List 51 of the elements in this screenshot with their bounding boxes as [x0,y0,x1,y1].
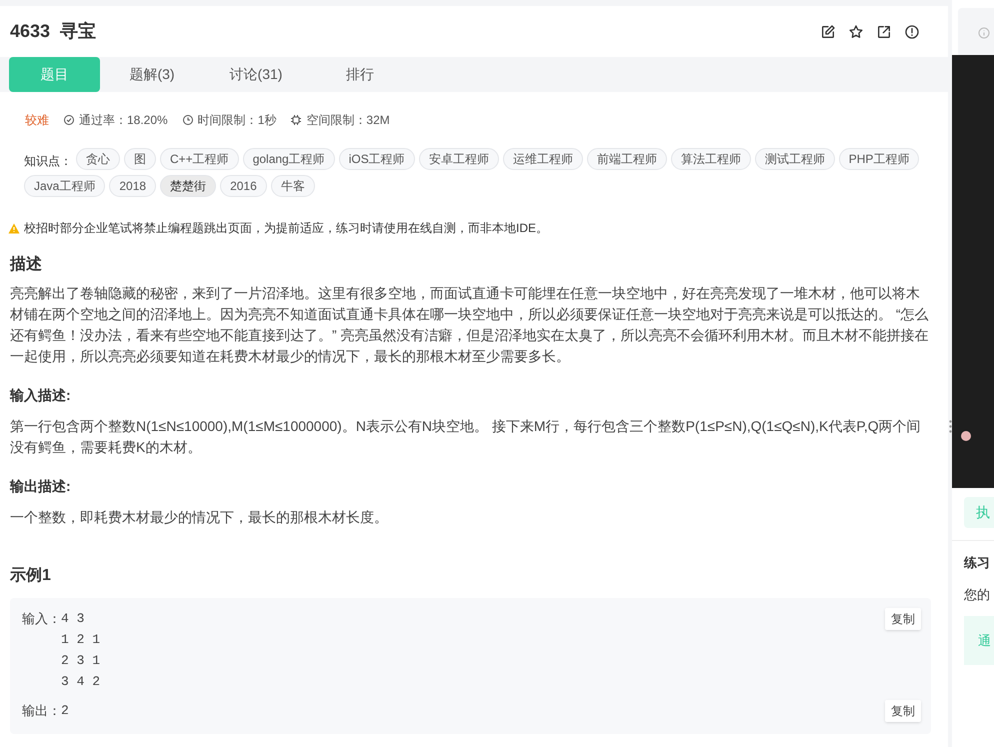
tag[interactable]: golang工程师 [242,148,335,170]
space-limit: 空间限制：32M [306,112,390,129]
check-circle-icon [63,114,75,126]
chip-icon [290,114,302,126]
time-limit: 时间限制：1秒 [198,112,276,129]
tab[interactable]: 排行 [308,57,412,92]
problem-title: 4633 寻宝 [10,20,96,43]
description-text: 亮亮解出了卷轴隐藏的秘密，来到了一片沼泽地。这里有很多空地，而面试直通卡可能埋在任意一块空地中，好在亮亮发现了一堆木材，他可以将木材铺在两个空地之间的沼泽地上。因为亮亮不知道面试直通卡具体在哪一块空地中，所以必须要保证任意一块空地对于亮亮来说是可以抵达的。 “怎么还有鳄鱼！没办法，看来有些空地不能直接到达了。” 亮亮虽然没有洁癖，但是沼泽地实在太臭了，所以亮亮不会循环利用木材。而且木材不能拼接在一起使用，所以亮亮必须要知道在耗费木材最少的情况下，最长的那根木材至少需要多长。 [10,284,930,366]
example-input-line: 2 3 1 [61,652,100,670]
tag[interactable]: 图 [124,148,156,170]
section-subheading: 输入描述: [10,386,72,405]
section-heading: 描述 [10,254,43,275]
tag[interactable]: 算法工程师 [670,148,751,170]
description-text: 第一行包含两个整数N(1≤N≤10000),M(1≤M≤1000000)。N表示公有N块空地。 接下来M行，每行包含三个整数P(1≤P≤N),Q(1≤Q≤N),K代表P,Q两个间没有鳄鱼，需要耗费K的木材。 [10,417,922,457]
tag[interactable]: 楚楚街 [160,175,216,197]
tag[interactable]: 2016 [220,175,267,197]
example-output-line: 2 [61,702,69,720]
pass-rate: 通过率：18.20% [79,112,168,129]
description-text: 一个整数，即耗费木材最少的情况下，最长的那根木材长度。 [10,508,389,527]
example-input-line: 3 4 2 [61,673,100,691]
warning-icon [8,222,20,234]
notice-text: 校招时部分企业笔试将禁止编程题跳出页面，为提前适应，练习时请使用在线自测，而非本地IDE。 [24,220,548,237]
copy-button[interactable]: 复制 [885,700,921,722]
copy-button[interactable]: 复制 [885,608,921,630]
output-label: 输出： [22,702,61,720]
example-input-line: 1 2 1 [61,631,100,649]
practice-title: 练习 [964,554,991,572]
section-subheading: 输出描述: [10,477,72,496]
tab[interactable]: 讨论(31) [204,57,308,92]
example-title: 示例1 [10,566,52,586]
tag[interactable]: PHP工程师 [838,148,920,170]
input-label: 输入： [22,610,61,628]
info-icon [978,26,990,38]
tag[interactable]: 测试工程师 [754,148,835,170]
practice-text: 您的 [964,586,991,604]
tag[interactable]: 前端工程师 [586,148,667,170]
tag[interactable]: C++工程师 [160,148,239,170]
example-input-line: 4 3 [61,610,86,628]
status-box: 通 [964,616,994,665]
tags-label: 知识点： [24,153,72,170]
tag[interactable]: 牛客 [270,175,315,197]
tag[interactable]: iOS工程师 [338,148,415,170]
tag[interactable]: 2018 [109,175,156,197]
tag[interactable]: Java工程师 [24,175,106,197]
tab[interactable]: 题解(3) [100,57,204,92]
resize-handle-icon[interactable] [948,420,952,433]
difficulty-label: 较难 [25,112,49,129]
tag[interactable]: 运维工程师 [502,148,583,170]
tag[interactable]: 安卓工程师 [418,148,499,170]
tag[interactable]: 贪心 [76,148,120,170]
clock-icon [182,114,194,126]
